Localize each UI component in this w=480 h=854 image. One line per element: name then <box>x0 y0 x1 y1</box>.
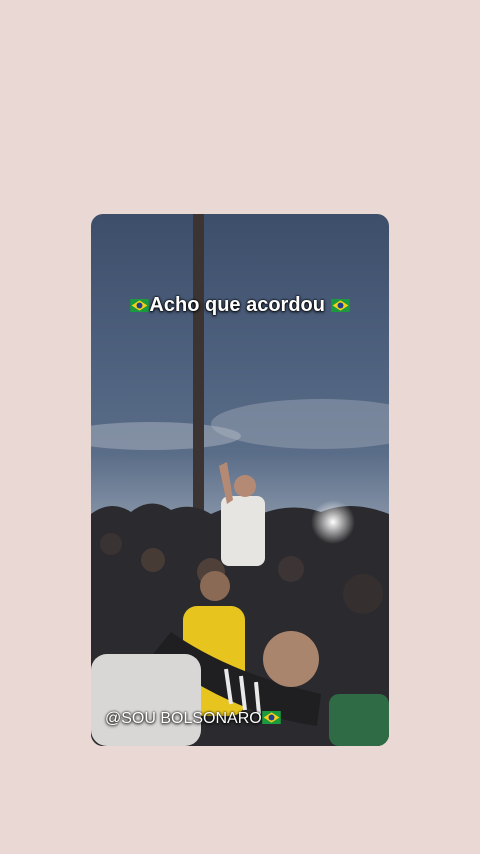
light-pole <box>193 214 204 524</box>
watermark-text: @SOU BOLSONARO <box>105 710 262 727</box>
story-caption: Acho que acordou <box>91 294 389 317</box>
person-standing <box>221 496 265 566</box>
crowd-head <box>141 548 165 572</box>
crowd-head <box>100 533 122 555</box>
white-shirt-person <box>91 654 201 746</box>
brazil-flag-icon <box>261 711 281 724</box>
green-shirt-person <box>329 694 389 746</box>
stage-light <box>311 500 355 544</box>
crowd-head <box>278 556 304 582</box>
cloud <box>211 399 389 449</box>
crowd-head <box>263 631 319 687</box>
caption-text: Acho que acordou <box>149 294 325 316</box>
brazil-flag-icon <box>330 299 350 312</box>
brazil-flag-icon <box>130 299 150 312</box>
crowd-head <box>200 571 230 601</box>
watermark: @SOU BOLSONARO <box>105 710 281 728</box>
crowd-head <box>343 574 383 614</box>
story-video-card[interactable]: Acho que acordou @SOU BOLSONARO <box>91 214 389 746</box>
person-head <box>234 475 256 497</box>
raised-arm <box>219 462 233 504</box>
